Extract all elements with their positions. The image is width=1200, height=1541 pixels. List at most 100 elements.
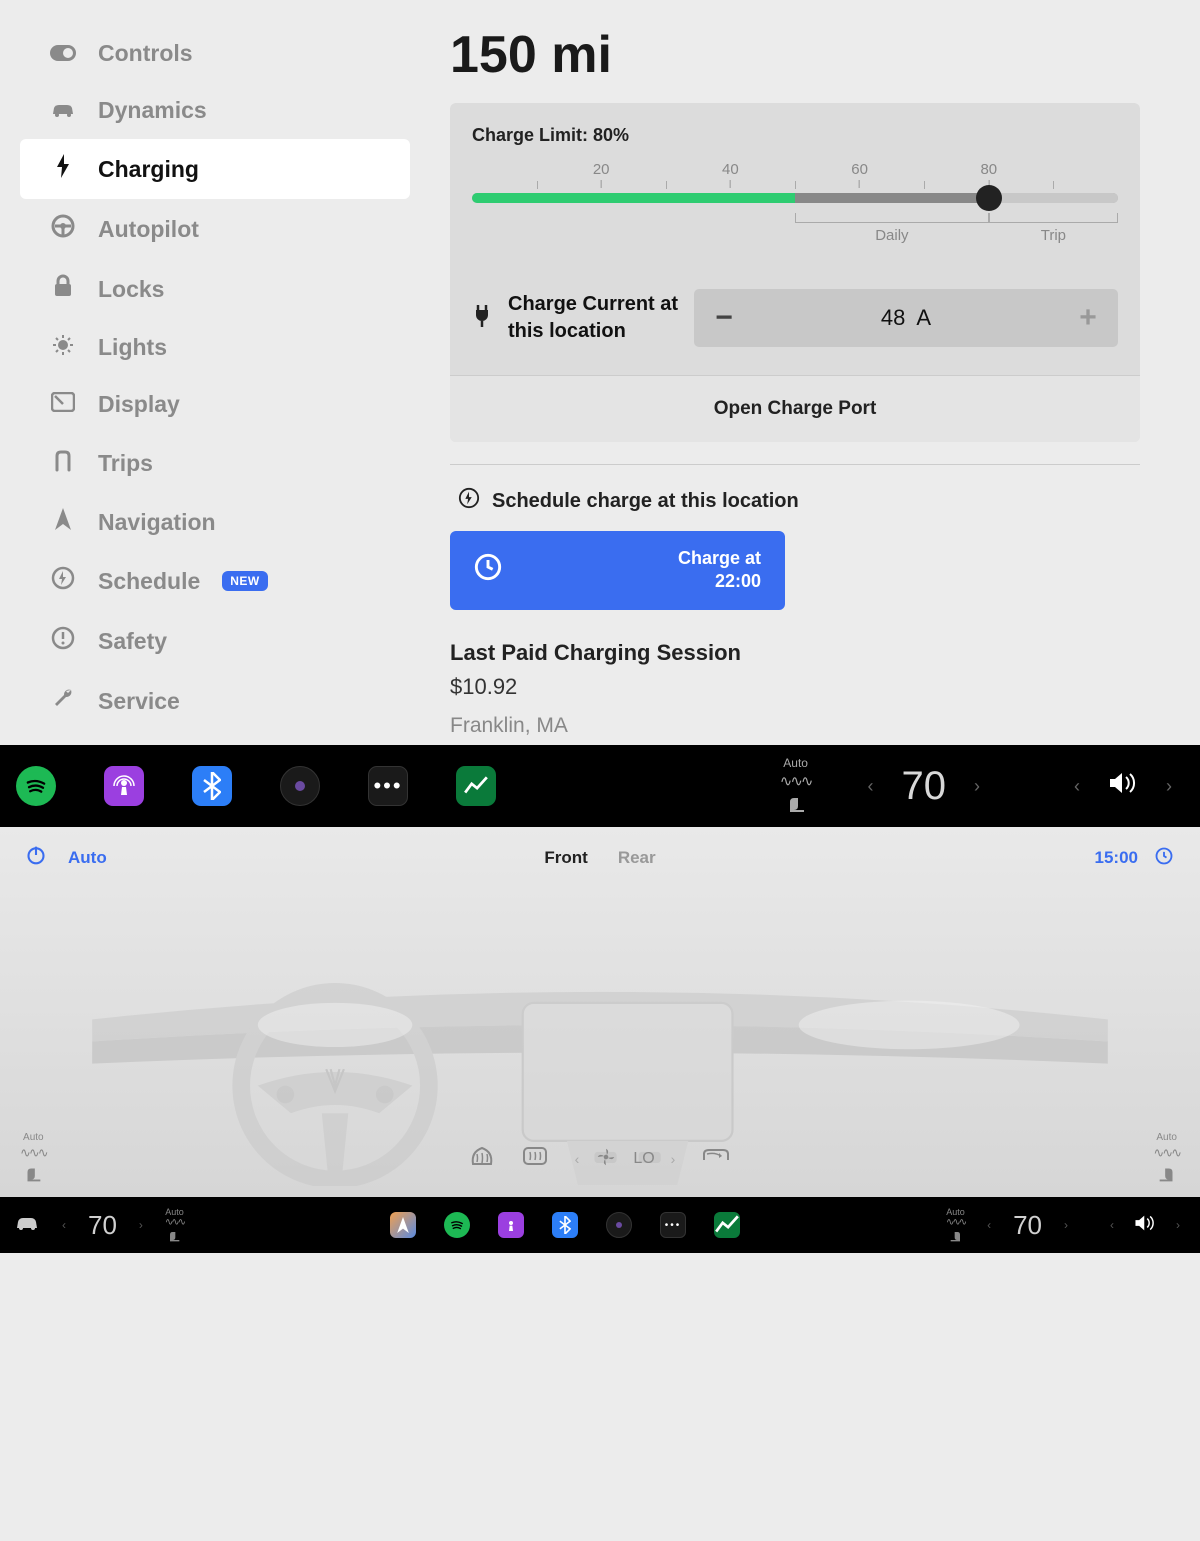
more-apps-icon[interactable]: ••• — [368, 766, 408, 806]
last-session-datetime: Tue, Aug 6 4:37 pm — [450, 742, 633, 745]
current-decrement-button[interactable]: − — [694, 301, 754, 335]
last-session-price: $10.92 — [450, 674, 1140, 700]
temp-left-up[interactable]: › — [133, 1218, 149, 1232]
bottom-dock-bar: ‹ 70 › Auto ∿∿∿ ••• Auto ∿∿∿ ‹ 70 › ‹ › — [0, 1197, 1200, 1253]
sidebar-item-trips[interactable]: Trips — [20, 433, 410, 493]
app-dock-bar: ••• Auto ∿∿∿ ‹ 70 › ‹ › — [0, 745, 1200, 827]
display-icon — [50, 392, 76, 418]
last-session-block: Last Paid Charging Session $10.92 Frankl… — [450, 640, 1140, 745]
nav-app-icon[interactable] — [390, 1212, 416, 1238]
charge-current-label: Charge Current at this location — [508, 291, 678, 345]
schedule-heading: Schedule charge at this location — [458, 487, 1140, 515]
sidebar-item-autopilot[interactable]: Autopilot — [20, 199, 410, 259]
current-increment-button[interactable]: + — [1058, 301, 1118, 335]
temp-right-up[interactable]: › — [1058, 1218, 1074, 1232]
sidebar-item-dynamics[interactable]: Dynamics — [20, 82, 410, 139]
temp-down-button[interactable]: ‹ — [860, 776, 882, 797]
sidebar-item-label: Controls — [98, 40, 193, 67]
trips-icon — [50, 448, 76, 478]
temp-right: 70 — [1007, 1210, 1048, 1241]
sidebar-item-software[interactable]: Software — [20, 731, 410, 745]
sidebar-item-charging[interactable]: Charging — [20, 139, 410, 199]
more-apps-icon[interactable]: ••• — [660, 1212, 686, 1238]
seat-heat-left[interactable]: Auto ∿∿∿ — [159, 1207, 190, 1244]
last-session-title: Last Paid Charging Session — [450, 640, 1140, 666]
sidebar-item-safety[interactable]: Safety — [20, 611, 410, 671]
sidebar-item-label: Safety — [98, 628, 167, 655]
sidebar-item-schedule[interactable]: Schedule NEW — [20, 551, 410, 611]
dashcam-icon[interactable] — [606, 1212, 632, 1238]
car-icon — [50, 98, 76, 124]
footer-seat-right[interactable]: Auto ∿∿∿ — [1153, 1132, 1180, 1185]
trip-marker: Trip — [989, 227, 1118, 244]
temp-right-down[interactable]: ‹ — [981, 1218, 997, 1232]
sidebar-item-label: Locks — [98, 276, 164, 303]
climate-power-button[interactable] — [26, 845, 46, 871]
bluetooth-icon[interactable] — [192, 766, 232, 806]
vol-down-button[interactable]: ‹ — [1066, 776, 1088, 797]
vol-down[interactable]: ‹ — [1104, 1218, 1120, 1232]
defrost-rear-icon[interactable] — [521, 1145, 549, 1173]
charge-limit-slider[interactable]: 20 40 60 80 — [472, 161, 1118, 243]
temp-left-down[interactable]: ‹ — [56, 1218, 72, 1232]
lights-icon — [50, 335, 76, 361]
temp-up-button[interactable]: › — [966, 776, 988, 797]
fan-down-button[interactable]: ‹ — [575, 1151, 580, 1167]
vol-up[interactable]: › — [1170, 1218, 1186, 1232]
slider-fill — [472, 193, 795, 203]
slider-track[interactable] — [472, 193, 1118, 203]
main-panel: 150 mi Charge Limit: 80% 20 40 60 80 — [450, 25, 1170, 745]
climate-schedule-time[interactable]: 15:00 — [1095, 848, 1138, 868]
dashcam-icon[interactable] — [280, 766, 320, 806]
charge-at-time: 22:00 — [715, 571, 761, 591]
climate-auto-button[interactable]: Auto — [68, 848, 107, 868]
sidebar-item-locks[interactable]: Locks — [20, 259, 410, 319]
open-charge-port-button[interactable]: Open Charge Port — [450, 375, 1140, 442]
car-menu-icon[interactable] — [14, 1215, 40, 1236]
schedule-icon — [50, 566, 76, 596]
sidebar-item-controls[interactable]: Controls — [20, 25, 410, 82]
sidebar-item-service[interactable]: Service — [20, 671, 410, 731]
sidebar-item-label: Service — [98, 688, 180, 715]
sidebar-item-navigation[interactable]: Navigation — [20, 493, 410, 551]
podcasts-icon[interactable] — [104, 766, 144, 806]
slider-thumb[interactable] — [976, 185, 1002, 211]
footer-seat-left[interactable]: Auto ∿∿∿ — [20, 1132, 47, 1185]
spotify-icon[interactable] — [444, 1212, 470, 1238]
spotify-icon[interactable] — [16, 766, 56, 806]
defrost-front-icon[interactable] — [469, 1144, 495, 1174]
sidebar-item-label: Autopilot — [98, 216, 199, 243]
navigation-icon — [50, 508, 76, 536]
recirculate-icon[interactable] — [701, 1146, 731, 1172]
steering-wheel-icon — [50, 214, 76, 244]
stocks-icon[interactable] — [456, 766, 496, 806]
seat-heater-left[interactable]: Auto ∿∿∿ — [780, 756, 812, 816]
sidebar-item-display[interactable]: Display — [20, 376, 410, 433]
charge-at-label: Charge at — [678, 548, 761, 568]
clock-icon — [474, 553, 502, 588]
daily-marker: Daily — [795, 227, 989, 244]
wrench-icon — [50, 686, 76, 716]
current-value: 48 A — [754, 305, 1058, 331]
bluetooth-icon[interactable] — [552, 1212, 578, 1238]
sidebar-item-lights[interactable]: Lights — [20, 319, 410, 376]
volume-icon[interactable] — [1108, 771, 1138, 802]
volume-icon[interactable] — [1130, 1214, 1160, 1237]
seat-heat-right[interactable]: Auto ∿∿∿ — [940, 1207, 971, 1244]
clock-icon[interactable] — [1154, 846, 1174, 871]
tab-rear[interactable]: Rear — [618, 848, 656, 868]
fan-up-button[interactable]: › — [671, 1151, 676, 1167]
plug-icon — [472, 303, 492, 333]
temp-left: 70 — [82, 1210, 123, 1241]
range-value: 150 mi — [450, 25, 1140, 85]
tab-front[interactable]: Front — [544, 848, 587, 868]
new-badge: NEW — [222, 571, 268, 591]
safety-icon — [50, 626, 76, 656]
stocks-icon[interactable] — [714, 1212, 740, 1238]
vol-up-button[interactable]: › — [1158, 776, 1180, 797]
charge-at-button[interactable]: Charge at 22:00 — [450, 531, 785, 610]
podcasts-icon[interactable] — [498, 1212, 524, 1238]
settings-sidebar: Controls Dynamics Charging Autopilot Loc… — [20, 25, 410, 745]
sidebar-item-label: Navigation — [98, 509, 216, 536]
sidebar-item-label: Dynamics — [98, 97, 207, 124]
